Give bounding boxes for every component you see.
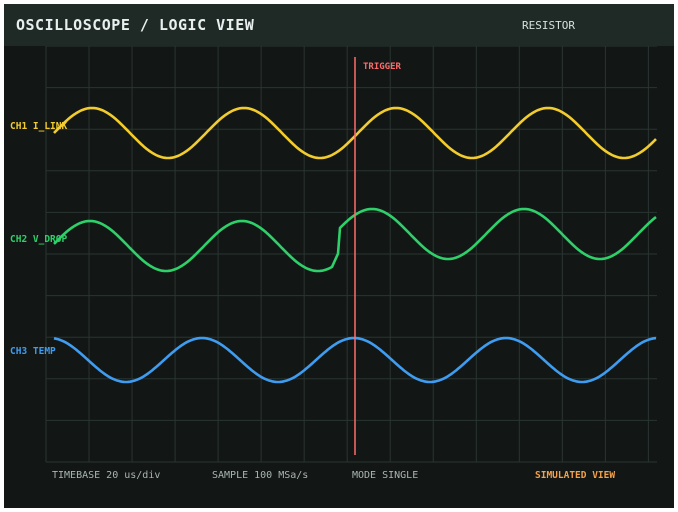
trigger-label: TRIGGER bbox=[363, 62, 401, 72]
sample-rate-readout: SAMPLE 100 MSa/s bbox=[212, 470, 309, 481]
simulated-view-badge: SIMULATED VIEW bbox=[535, 470, 616, 481]
header-bar: OSCILLOSCOPE / LOGIC VIEW RESISTOR bbox=[4, 4, 674, 46]
channel-2-label[interactable]: CH2 V_DROP bbox=[10, 234, 67, 245]
channel-3-label[interactable]: CH3 TEMP bbox=[10, 346, 56, 357]
timebase-readout: TIMEBASE 20 us/div bbox=[52, 470, 161, 481]
channel-1-label[interactable]: CH1 I_LINK bbox=[10, 121, 67, 132]
oscilloscope-window: OSCILLOSCOPE / LOGIC VIEW RESISTOR TRIGG… bbox=[4, 4, 674, 508]
trigger-mode-readout: MODE SINGLE bbox=[352, 470, 419, 481]
component-label: RESISTOR bbox=[522, 19, 575, 32]
page-title: OSCILLOSCOPE / LOGIC VIEW bbox=[16, 16, 255, 34]
scope-display[interactable] bbox=[4, 46, 674, 508]
